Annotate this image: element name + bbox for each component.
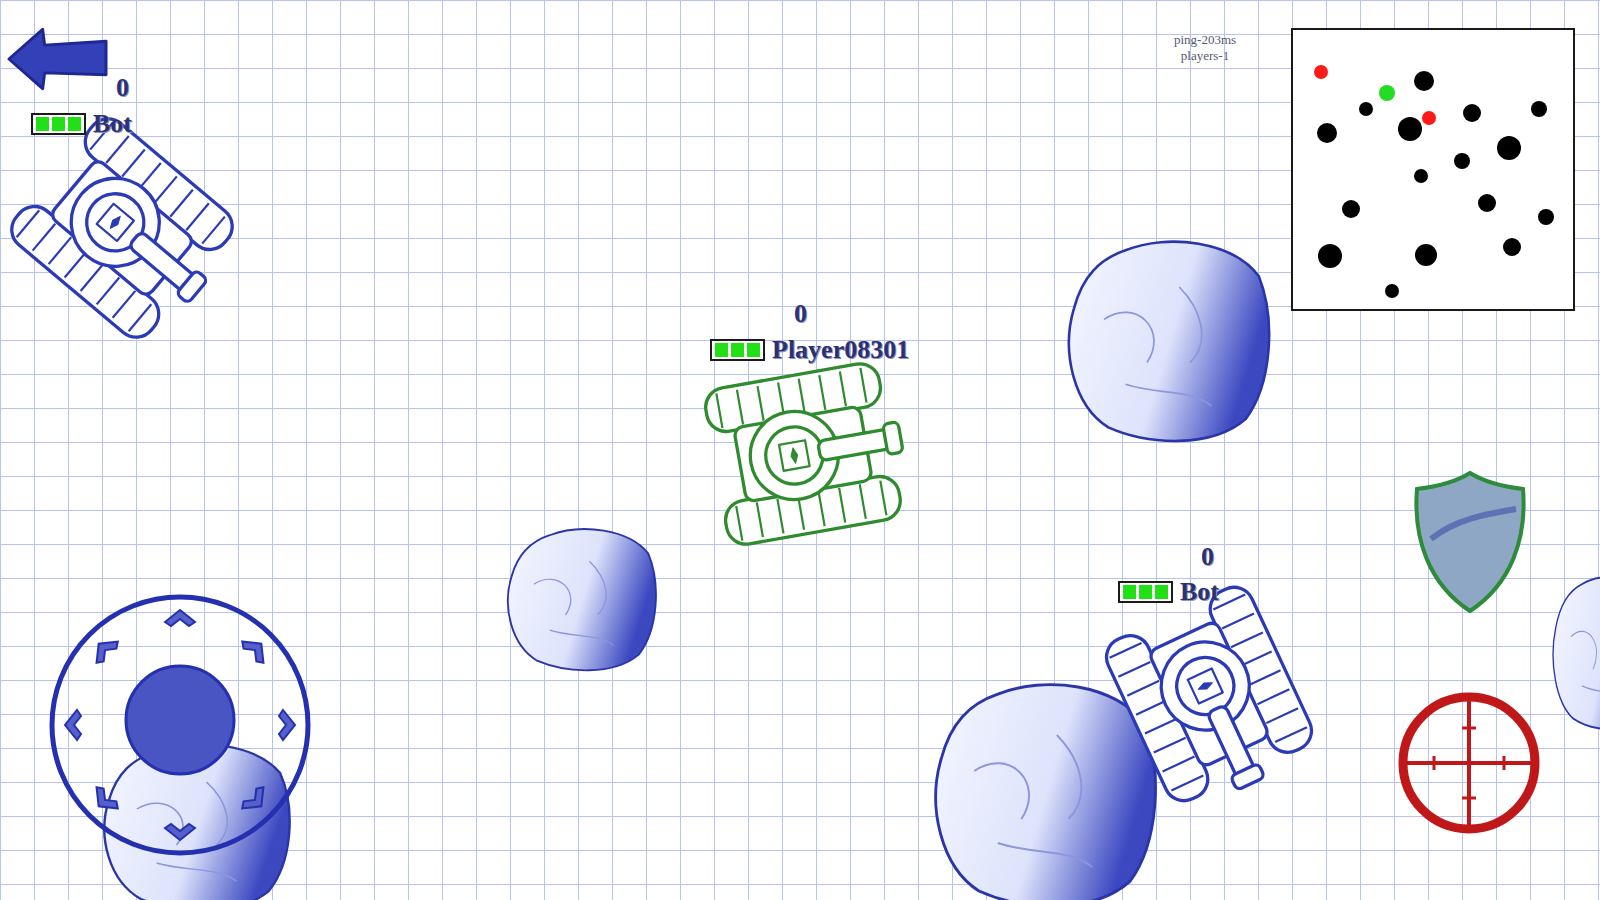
health-bar [31,113,86,135]
rock-marker [1342,200,1360,218]
rock-marker [1538,209,1554,225]
rock-marker [1359,102,1373,116]
enemy-marker [1422,111,1436,125]
health-segment [1123,585,1136,599]
rock-marker [1317,123,1337,143]
player-marker [1379,85,1395,101]
health-segment [731,343,744,357]
health-bar [1118,581,1173,603]
rock-marker [1385,284,1399,298]
tank-label: Bot [31,108,132,139]
rock [502,523,661,676]
rock-marker [1318,244,1342,268]
health-bar [710,339,765,361]
net-status: ping-203msplayers-1 [1150,32,1260,63]
minimap [1291,28,1575,311]
rock-marker [1414,71,1434,91]
rock-marker [1478,194,1496,212]
back-arrow-icon[interactable] [5,25,108,93]
tank-score: 0 [794,300,807,329]
player-tank [676,327,931,582]
tank-name: Bot [93,108,132,139]
rock-marker [1503,238,1521,256]
rock-marker [1531,101,1547,117]
rock-marker [1398,117,1422,141]
health-segment [1155,585,1168,599]
enemy-marker [1314,65,1328,79]
tank-label: Bot [1118,576,1219,607]
rock-marker [1454,153,1470,169]
ping-text: ping-203ms [1174,32,1236,48]
rock [1061,233,1276,449]
health-segment [715,343,728,357]
tank-name: Player08301 [772,334,909,365]
tank-score: 0 [1201,543,1214,572]
players-text: players-1 [1181,48,1229,64]
joystick[interactable] [45,590,315,860]
rock-marker [1414,169,1428,183]
game-screen: 0 Bot 0 Player08301 0 Bot ping-203msplayers-1 [0,0,1600,900]
health-segment [747,343,760,357]
health-segment [36,117,49,131]
shield-icon[interactable] [1411,469,1529,615]
tank-score: 0 [116,74,129,103]
rock [1549,571,1600,735]
rock-marker [1415,244,1437,266]
health-segment [68,117,81,131]
health-segment [52,117,65,131]
tank-name: Bot [1180,576,1219,607]
health-segment [1139,585,1152,599]
rock-marker [1497,136,1521,160]
tank-label: Player08301 [710,334,909,365]
rock-marker [1463,104,1481,122]
crosshair-fire-icon[interactable] [1394,688,1544,838]
